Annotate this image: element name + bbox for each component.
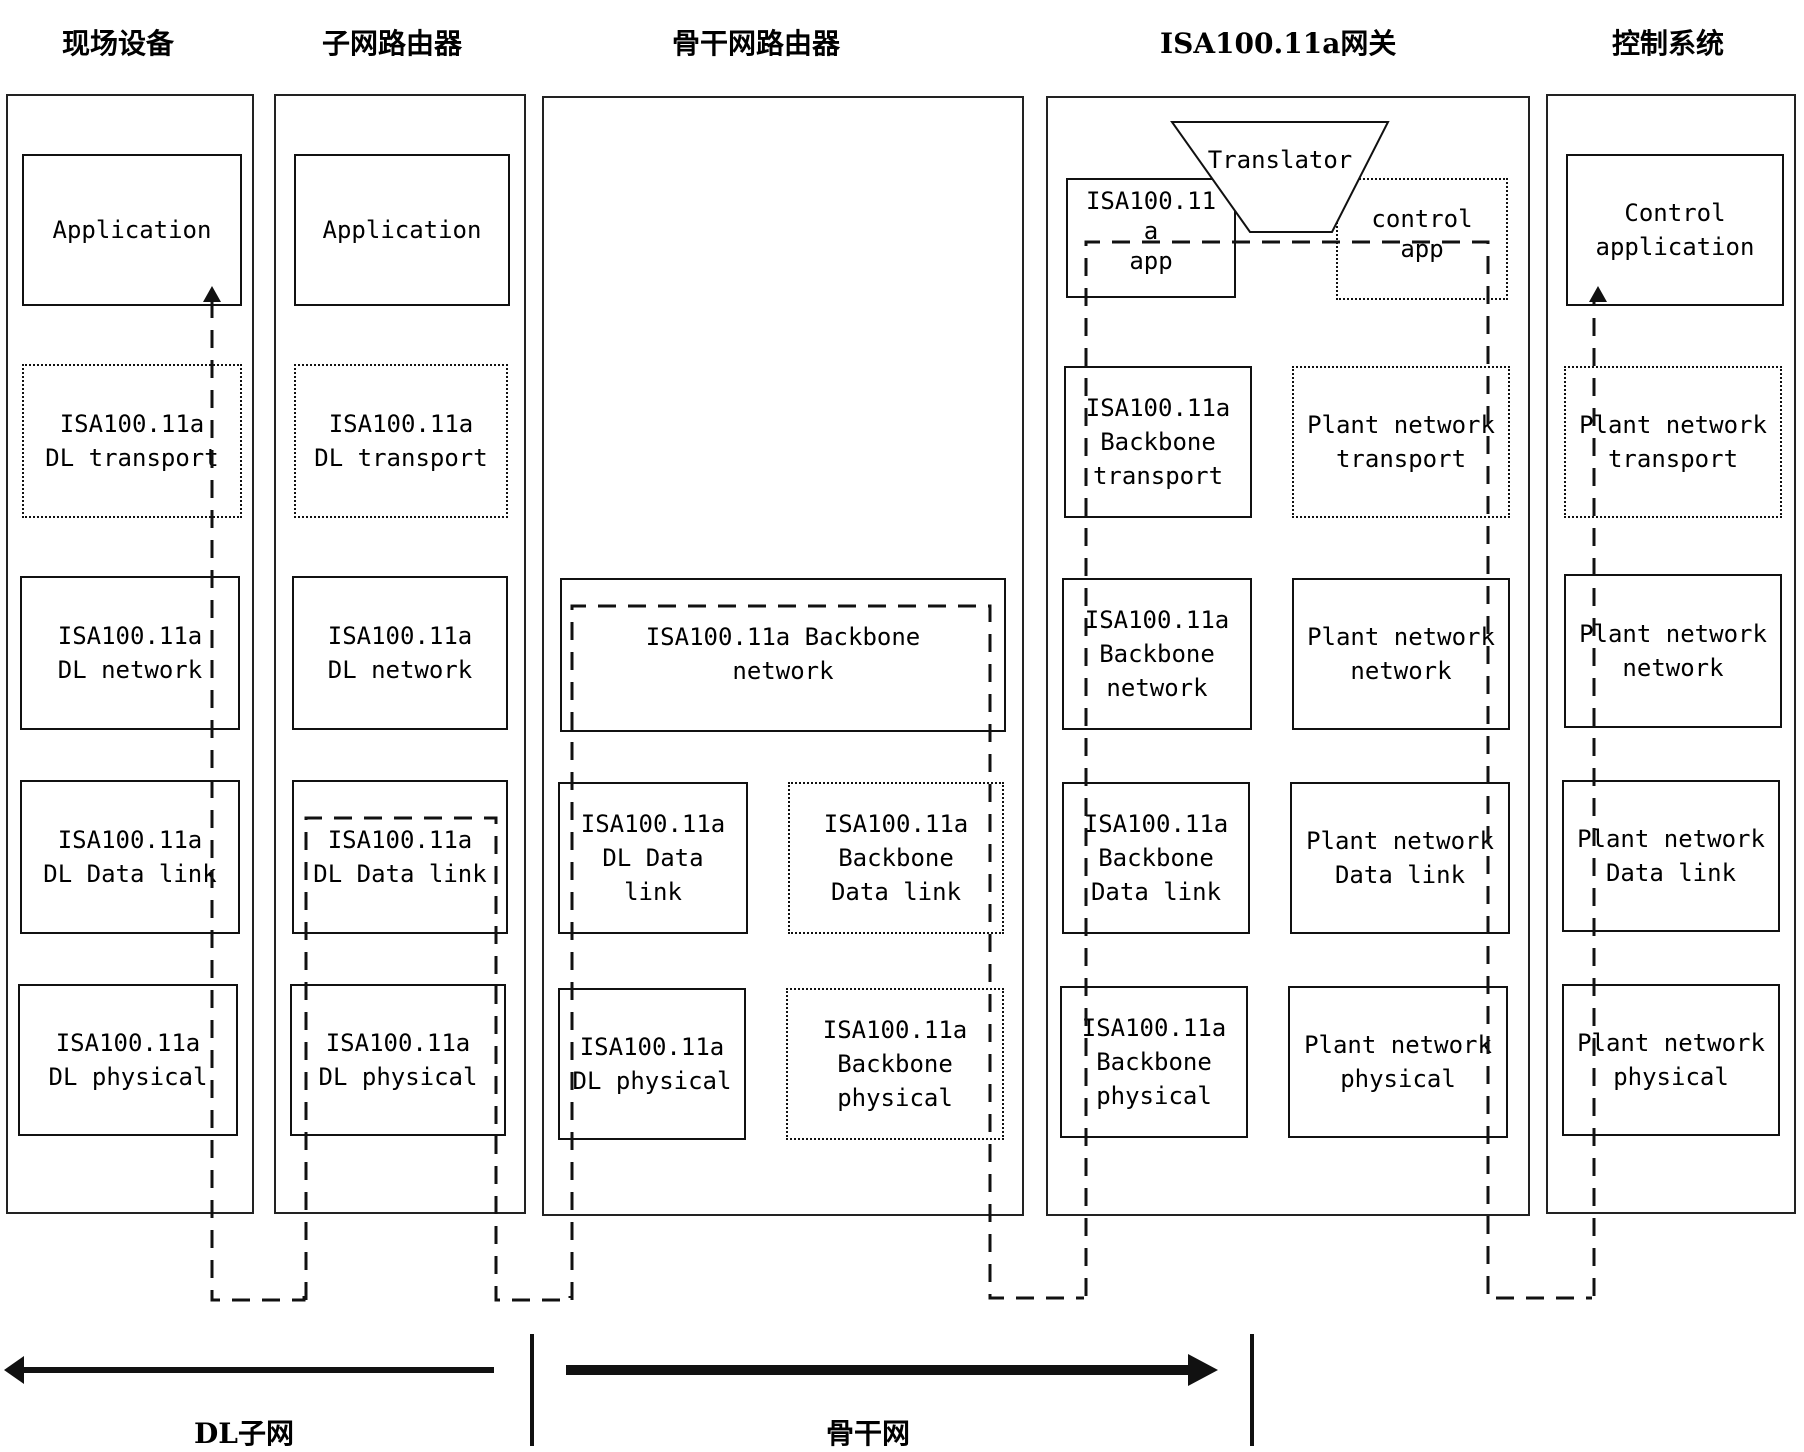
layer-label: ISA100.11a DL Data link bbox=[43, 826, 217, 888]
dl-subnet-arrowhead bbox=[4, 1356, 24, 1384]
layer-label: Plant network Data link bbox=[1577, 825, 1765, 887]
layer-box-backbone-dl-datalink: ISA100.11a DL Data link bbox=[558, 782, 748, 934]
layer-box-subnet-datalink: ISA100.11a DL Data link bbox=[292, 780, 508, 934]
layer-label: ISA100.11a Backbone Data link bbox=[823, 810, 969, 906]
layer-label: ISA100.11a DL physical bbox=[318, 1029, 478, 1091]
layer-box-ctrl-physical: Plant network physical bbox=[1562, 984, 1780, 1136]
layer-label: ISA100.11a Backbone physical bbox=[1081, 1014, 1227, 1110]
layer-label: ISA100.11a Backbone network bbox=[645, 623, 921, 685]
layer-box-gw-bb-physical: ISA100.11a Backbone physical bbox=[1060, 986, 1248, 1138]
layer-label: ISA100.11a DL network bbox=[57, 622, 203, 684]
layer-box-gw-bb-network: ISA100.11a Backbone network bbox=[1062, 578, 1252, 730]
column-title-subnet-router: 子网路由器 bbox=[322, 27, 463, 60]
layer-label: ISA100.11a Backbone network bbox=[1084, 606, 1230, 702]
layer-label: ISA100.11a DL Data link bbox=[580, 810, 726, 906]
layer-box-ctrl-datalink: Plant network Data link bbox=[1562, 780, 1780, 932]
column-title-backbone-router: 骨干网路由器 bbox=[672, 27, 841, 60]
app-box-isa: ISA100.11 a app bbox=[1066, 178, 1236, 298]
layer-label: ISA100.11a Backbone transport bbox=[1085, 394, 1231, 490]
layer-label: Plant network physical bbox=[1577, 1029, 1765, 1091]
layer-label: Plant network physical bbox=[1304, 1031, 1492, 1093]
layer-box-backbone-bb-physical: ISA100.11a Backbone physical bbox=[786, 988, 1004, 1140]
layer-box-ctrl-transport: Plant network transport bbox=[1564, 366, 1782, 518]
layer-box-gw-bb-datalink: ISA100.11a Backbone Data link bbox=[1062, 782, 1250, 934]
layer-label: Plant network transport bbox=[1579, 411, 1767, 473]
layer-label: Plant network Data link bbox=[1306, 827, 1494, 889]
backbone-arrowhead bbox=[1188, 1354, 1218, 1386]
layer-label: ISA100.11a DL physical bbox=[48, 1029, 208, 1091]
layer-label: Application bbox=[322, 216, 482, 244]
app-label-isa: ISA100.11 a app bbox=[1085, 187, 1217, 275]
layer-box-gw-plant-transport: Plant network transport bbox=[1292, 366, 1510, 518]
layer-label: ISA100.11a DL network bbox=[327, 622, 473, 684]
layer-box-subnet-transport: ISA100.11a DL transport bbox=[294, 364, 508, 518]
app-label-control: control app bbox=[1371, 205, 1473, 263]
layer-label: Control application bbox=[1595, 199, 1755, 261]
layer-box-field-physical: ISA100.11a DL physical bbox=[18, 984, 238, 1136]
layer-box-gw-plant-physical: Plant network physical bbox=[1288, 986, 1508, 1138]
layer-box-ctrl-network: Plant network network bbox=[1564, 574, 1782, 728]
layer-label: ISA100.11a Backbone Data link bbox=[1083, 810, 1229, 906]
layer-box-field-datalink: ISA100.11a DL Data link bbox=[20, 780, 240, 934]
layer-box-ctrl-application: Control application bbox=[1566, 154, 1784, 306]
region-label-dl-subnet: DL子网 bbox=[194, 1417, 294, 1450]
layer-label: ISA100.11a DL physical bbox=[572, 1033, 732, 1095]
column-title-field-device: 现场设备 bbox=[62, 27, 175, 60]
layer-label: Application bbox=[52, 216, 212, 244]
column-title-control-system: 控制系统 bbox=[1612, 27, 1725, 60]
layer-box-backbone-dl-physical: ISA100.11a DL physical bbox=[558, 988, 746, 1140]
layer-label: Plant network network bbox=[1307, 623, 1495, 685]
layer-box-backbone-network: ISA100.11a Backbone network bbox=[560, 578, 1006, 732]
layer-box-field-application: Application bbox=[22, 154, 242, 306]
layer-box-backbone-bb-datalink: ISA100.11a Backbone Data link bbox=[788, 782, 1004, 934]
layer-box-gw-plant-network: Plant network network bbox=[1292, 578, 1510, 730]
layer-label: Plant network transport bbox=[1307, 411, 1495, 473]
layer-box-subnet-application: Application bbox=[294, 154, 510, 306]
column-title-gateway: ISA100.11a网关 bbox=[1160, 27, 1397, 60]
layer-label: Plant network network bbox=[1579, 620, 1767, 682]
layer-label: ISA100.11a DL transport bbox=[314, 410, 488, 472]
layer-box-field-transport: ISA100.11a DL transport bbox=[22, 364, 242, 518]
region-label-backbone: 骨干网 bbox=[826, 1417, 911, 1450]
layer-label: ISA100.11a Backbone physical bbox=[822, 1016, 968, 1112]
layer-box-field-network: ISA100.11a DL network bbox=[20, 576, 240, 730]
layer-label: ISA100.11a DL Data link bbox=[313, 826, 487, 888]
layer-box-gw-bb-transport: ISA100.11a Backbone transport bbox=[1064, 366, 1252, 518]
layer-label: ISA100.11a DL transport bbox=[45, 410, 219, 472]
layer-box-subnet-physical: ISA100.11a DL physical bbox=[290, 984, 506, 1136]
app-box-control: control app bbox=[1336, 178, 1508, 300]
layer-box-subnet-network: ISA100.11a DL network bbox=[292, 576, 508, 730]
layer-box-gw-plant-datalink: Plant network Data link bbox=[1290, 782, 1510, 934]
